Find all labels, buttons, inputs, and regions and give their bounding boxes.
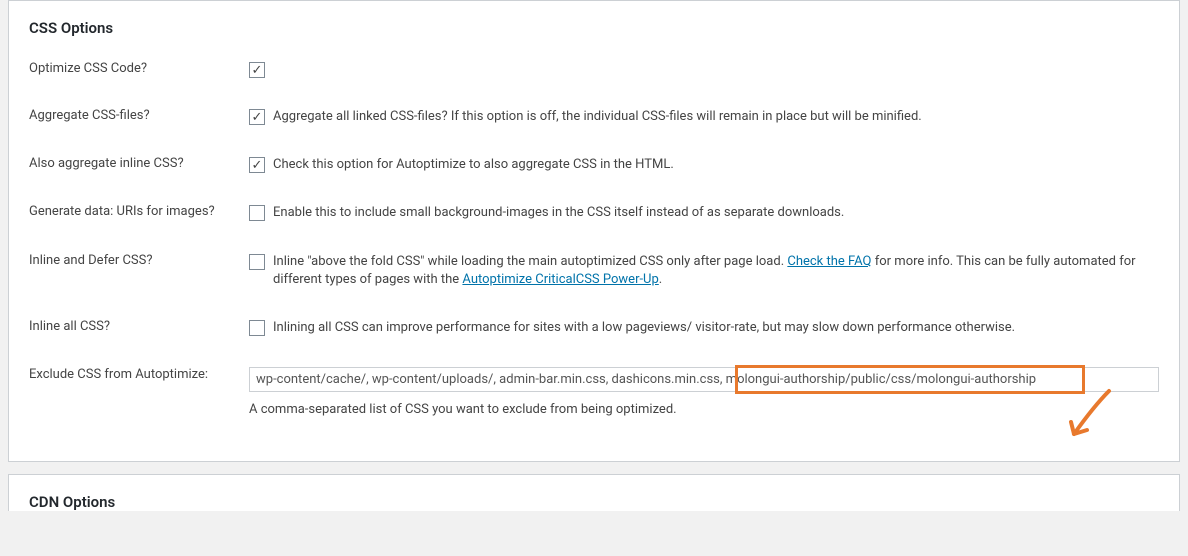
checkbox-aggregate-inline[interactable]: [249, 157, 265, 173]
desc-inline-defer-post: .: [659, 272, 662, 287]
checkbox-data-uris[interactable]: [249, 205, 265, 221]
hint-exclude-css: A comma-separated list of CSS you want t…: [249, 402, 1159, 417]
input-exclude-css[interactable]: [249, 367, 1159, 392]
label-inline-all: Inline all CSS?: [29, 319, 249, 334]
section-title: CSS Options: [29, 19, 1159, 37]
link-check-faq[interactable]: Check the FAQ: [787, 254, 871, 269]
label-aggregate-css: Aggregate CSS-files?: [29, 108, 249, 123]
checkbox-inline-defer[interactable]: [249, 254, 265, 270]
desc-inline-all: Inlining all CSS can improve performance…: [273, 319, 1015, 337]
label-data-uris: Generate data: URIs for images?: [29, 204, 249, 219]
row-aggregate-css: Aggregate CSS-files? Aggregate all linke…: [29, 108, 1159, 126]
desc-aggregate-inline: Check this option for Autoptimize to als…: [273, 156, 674, 174]
row-optimize-css: Optimize CSS Code?: [29, 61, 1159, 78]
row-aggregate-inline: Also aggregate inline CSS? Check this op…: [29, 156, 1159, 174]
desc-inline-defer: Inline "above the fold CSS" while loadin…: [273, 253, 1159, 289]
checkbox-optimize-css[interactable]: [249, 62, 265, 78]
desc-data-uris: Enable this to include small background-…: [273, 204, 844, 222]
cdn-section-title: CDN Options: [8, 474, 1180, 511]
css-options-panel: CSS Options Optimize CSS Code? Aggregate…: [8, 0, 1180, 462]
desc-aggregate-css: Aggregate all linked CSS-files? If this …: [273, 108, 922, 126]
checkbox-aggregate-css[interactable]: [249, 109, 265, 125]
desc-inline-defer-pre: Inline "above the fold CSS" while loadin…: [273, 254, 787, 269]
label-aggregate-inline: Also aggregate inline CSS?: [29, 156, 249, 171]
row-inline-all: Inline all CSS? Inlining all CSS can imp…: [29, 319, 1159, 337]
row-data-uris: Generate data: URIs for images? Enable t…: [29, 204, 1159, 222]
label-optimize-css: Optimize CSS Code?: [29, 61, 249, 76]
label-inline-defer: Inline and Defer CSS?: [29, 253, 249, 268]
checkbox-inline-all[interactable]: [249, 320, 265, 336]
label-exclude-css: Exclude CSS from Autoptimize:: [29, 367, 249, 382]
row-exclude-css: Exclude CSS from Autoptimize: A comma-se…: [29, 367, 1159, 417]
row-inline-defer: Inline and Defer CSS? Inline "above the …: [29, 253, 1159, 289]
link-criticalcss[interactable]: Autoptimize CriticalCSS Power-Up: [462, 272, 658, 287]
